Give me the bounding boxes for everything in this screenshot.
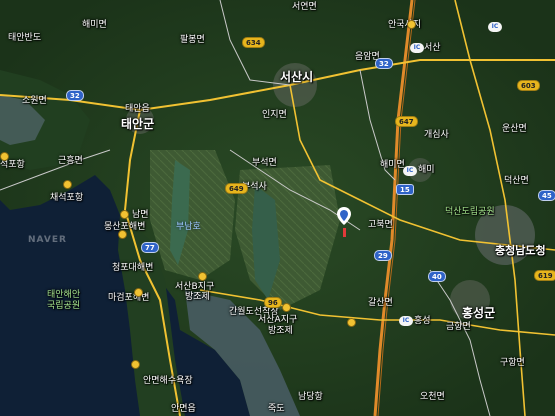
map-label[interactable]: 근흥면 bbox=[58, 156, 83, 167]
route-shield: 15 bbox=[396, 184, 414, 195]
map-label[interactable]: 소원면 bbox=[22, 96, 47, 107]
route-shield: 619 bbox=[534, 270, 555, 281]
map-label[interactable]: 채석포항 bbox=[50, 193, 83, 204]
route-shield: 649 bbox=[225, 183, 248, 194]
city-label[interactable]: 태안군 bbox=[121, 117, 154, 131]
map-label[interactable]: 석포항 bbox=[0, 160, 25, 171]
park-label[interactable]: 태안해안 bbox=[47, 290, 80, 301]
park-label[interactable]: 국립공원 bbox=[47, 301, 80, 312]
poi-icon[interactable] bbox=[282, 303, 291, 312]
route-shield: 45 bbox=[538, 190, 555, 201]
poi-icon[interactable] bbox=[347, 318, 356, 327]
poi-icon[interactable] bbox=[131, 360, 140, 369]
beach-poi-icon[interactable] bbox=[63, 180, 72, 189]
lake-label[interactable]: 부남호 bbox=[176, 222, 201, 233]
route-shield: 647 bbox=[395, 116, 418, 127]
map-label[interactable]: 홍성 bbox=[414, 316, 431, 327]
map-label[interactable]: 서연면 bbox=[292, 2, 317, 13]
map-label[interactable]: 남면 bbox=[132, 210, 149, 221]
route-shield: 32 bbox=[375, 58, 393, 69]
location-pin-icon[interactable] bbox=[337, 207, 351, 241]
poi-icon[interactable] bbox=[198, 272, 207, 281]
map-label[interactable]: 해미면 bbox=[380, 160, 405, 171]
route-shield: 77 bbox=[141, 242, 159, 253]
beach-poi-icon[interactable] bbox=[118, 230, 127, 239]
interchange-icon[interactable]: IC bbox=[403, 166, 417, 176]
poi-icon[interactable] bbox=[407, 20, 416, 29]
map-label[interactable]: 팔봉면 bbox=[180, 35, 205, 46]
map-label[interactable]: 해미면 bbox=[82, 20, 107, 31]
route-shield: 96 bbox=[264, 297, 282, 308]
interchange-icon[interactable]: IC bbox=[488, 22, 502, 32]
map-label[interactable]: 마검포해변 bbox=[108, 293, 149, 304]
map-label[interactable]: 서산 bbox=[424, 43, 441, 54]
map-label[interactable]: 갈산면 bbox=[368, 298, 393, 309]
map-label[interactable]: 안면읍 bbox=[171, 404, 196, 415]
map-label[interactable]: 부석면 bbox=[252, 158, 277, 169]
route-shield: 32 bbox=[66, 90, 84, 101]
map-label[interactable]: 안면해수욕장 bbox=[143, 376, 193, 387]
map-label[interactable]: 덕산면 bbox=[504, 176, 529, 187]
map-label[interactable]: 서산A지구 bbox=[258, 315, 297, 326]
map-label[interactable]: 청포대해변 bbox=[112, 263, 153, 274]
map-label[interactable]: 남당항 bbox=[298, 392, 323, 403]
map-label[interactable]: 오천면 bbox=[420, 392, 445, 403]
map-label[interactable]: 태안읍 bbox=[125, 104, 150, 115]
map-label[interactable]: 해미 bbox=[418, 165, 435, 176]
naver-watermark: NAVER bbox=[28, 235, 67, 245]
interchange-icon[interactable]: IC bbox=[410, 43, 424, 53]
poi-icon[interactable] bbox=[0, 152, 9, 161]
map-label[interactable]: 죽도 bbox=[268, 404, 285, 415]
map-label[interactable]: 안국사지 bbox=[388, 20, 421, 31]
route-shield: 603 bbox=[517, 80, 540, 91]
beach-poi-icon[interactable] bbox=[134, 288, 143, 297]
route-shield: 29 bbox=[374, 250, 392, 261]
map-label[interactable]: 방조제 bbox=[185, 292, 210, 303]
beach-poi-icon[interactable] bbox=[120, 210, 129, 219]
map-label[interactable]: 개심사 bbox=[424, 130, 449, 141]
city-label[interactable]: 홍성군 bbox=[462, 306, 495, 320]
map-label[interactable]: 금향면 bbox=[446, 322, 471, 333]
province-label[interactable]: 충청남도청 bbox=[495, 244, 546, 257]
map-label[interactable]: 태안반도 bbox=[8, 33, 41, 44]
map-label[interactable]: 구항면 bbox=[500, 358, 525, 369]
map-label[interactable]: 고북면 bbox=[368, 220, 393, 231]
route-shield: 634 bbox=[242, 37, 265, 48]
map-label[interactable]: 방조제 bbox=[268, 326, 293, 337]
park-label[interactable]: 덕산도립공원 bbox=[445, 207, 495, 218]
city-label[interactable]: 서산시 bbox=[280, 70, 313, 84]
satellite-map[interactable]: 태안반도 팔봉면 해미면 서연면 안국사지 소원면 태안읍 태안군 서산시 서산… bbox=[0, 0, 555, 416]
interchange-icon[interactable]: IC bbox=[399, 316, 413, 326]
map-label[interactable]: 인지면 bbox=[262, 110, 287, 121]
route-shield: 40 bbox=[428, 271, 446, 282]
map-label[interactable]: 운산면 bbox=[502, 124, 527, 135]
